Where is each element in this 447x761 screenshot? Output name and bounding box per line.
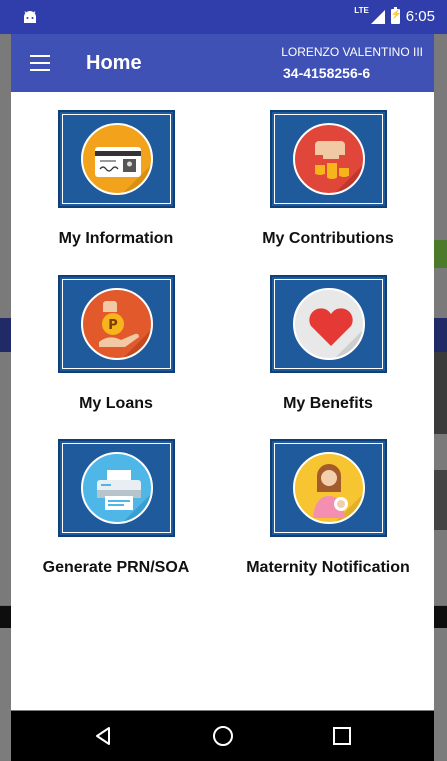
home-icon[interactable] <box>211 724 235 748</box>
tile-label: My Information <box>58 230 174 247</box>
tile-maternity-notification[interactable]: Maternity Notification <box>228 439 428 579</box>
network-type: LTE <box>354 6 369 15</box>
tile-frame <box>270 439 387 537</box>
mother-baby-icon <box>293 452 365 524</box>
tile-label: My Loans <box>79 395 153 412</box>
page-title: Home <box>86 52 142 74</box>
tile-generate-prn-soa[interactable]: Generate PRN/SOA <box>16 439 216 579</box>
signal-icon <box>370 9 385 24</box>
coins-hand-icon <box>293 123 365 195</box>
tile-frame <box>58 439 175 537</box>
tile-frame <box>58 110 175 208</box>
tile-frame <box>270 275 387 373</box>
svg-text:P: P <box>108 318 118 333</box>
background-dark-strip-2 <box>434 470 447 530</box>
background-green-strip <box>434 240 447 268</box>
hamburger-menu-icon[interactable] <box>30 55 50 71</box>
recents-icon[interactable] <box>330 724 354 748</box>
user-name: LORENZO VALENTINO III <box>281 45 423 59</box>
tile-my-information[interactable]: My Information <box>16 110 216 250</box>
system-navigation-bar <box>11 711 434 761</box>
android-icon <box>24 11 36 23</box>
background-blue-strip-right <box>434 318 447 352</box>
status-bar: LTE 6:05 <box>0 0 447 34</box>
battery-charging-icon <box>390 7 402 24</box>
home-menu-grid: My Information My Contributions P My Loa… <box>11 92 434 710</box>
tile-label: Generate PRN/SOA <box>42 559 190 576</box>
background-dark-strip <box>434 352 447 434</box>
tile-my-loans[interactable]: P My Loans <box>16 275 216 415</box>
tile-label: Maternity Notification <box>246 559 410 576</box>
tile-frame <box>270 110 387 208</box>
back-icon[interactable] <box>91 724 115 748</box>
id-card-icon <box>81 123 153 195</box>
app-bar: Home LORENZO VALENTINO III 34-4158256-6 <box>11 34 434 92</box>
peso-money-bag-icon: P <box>81 288 153 360</box>
tile-frame: P <box>58 275 175 373</box>
tile-label: My Contributions <box>262 230 394 247</box>
tile-my-contributions[interactable]: My Contributions <box>228 110 428 250</box>
heart-icon <box>293 288 365 360</box>
printer-icon <box>81 452 153 524</box>
clock: 6:05 <box>405 8 435 25</box>
tile-my-benefits[interactable]: My Benefits <box>228 275 428 415</box>
tile-label: My Benefits <box>283 395 373 412</box>
user-id: 34-4158256-6 <box>283 65 371 81</box>
